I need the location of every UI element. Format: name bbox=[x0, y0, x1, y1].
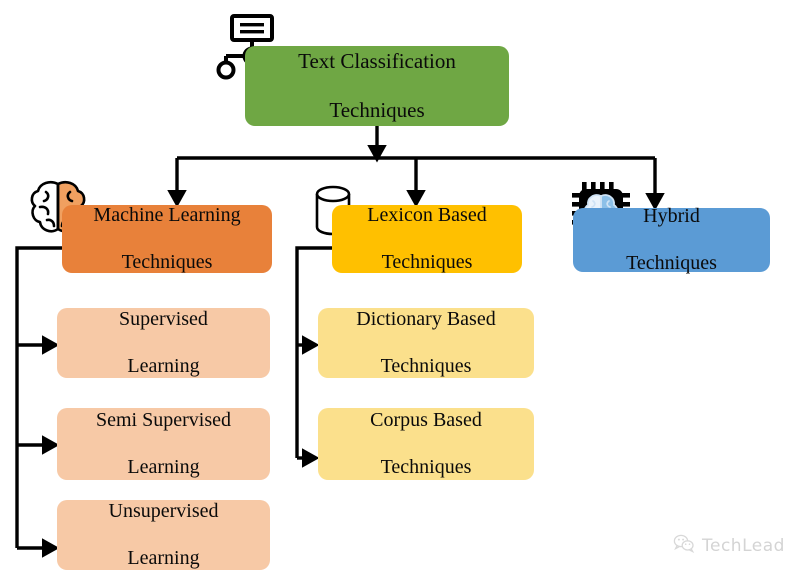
node-label-line1: Corpus Based bbox=[370, 408, 482, 431]
node-label: Supervised Learning bbox=[107, 308, 220, 379]
node-label-line2: Techniques bbox=[329, 98, 425, 123]
node-label: Text Classification Techniques bbox=[286, 49, 468, 123]
node-label: Unsupervised Learning bbox=[97, 500, 231, 571]
node-label-line2: Learning bbox=[127, 546, 200, 569]
watermark-label: TechLead bbox=[702, 535, 785, 556]
node-label-line1: Unsupervised bbox=[108, 499, 219, 522]
node-label-line1: Supervised bbox=[119, 307, 208, 330]
node-label-line1: Text Classification bbox=[298, 48, 456, 73]
node-label-line2: Techniques bbox=[380, 455, 472, 478]
wechat-icon bbox=[673, 533, 695, 558]
node-label-line1: Hybrid bbox=[643, 204, 700, 227]
node-hybrid-techniques[interactable]: Hybrid Techniques bbox=[573, 205, 770, 274]
node-label-line2: Techniques bbox=[626, 251, 717, 274]
line-ml-spine bbox=[15, 246, 62, 548]
watermark: TechLead bbox=[673, 533, 785, 558]
node-label-line2: Techniques bbox=[381, 250, 473, 273]
node-lexicon-based-techniques[interactable]: Lexicon Based Techniques bbox=[332, 204, 522, 275]
node-dictionary-based-techniques[interactable]: Dictionary Based Techniques bbox=[318, 308, 534, 378]
node-machine-learning-techniques[interactable]: Machine Learning Techniques bbox=[62, 204, 272, 275]
node-label-line2: Techniques bbox=[121, 250, 213, 273]
node-supervised-learning[interactable]: Supervised Learning bbox=[57, 308, 270, 378]
node-label: Corpus Based Techniques bbox=[358, 409, 494, 480]
node-label-line2: Techniques bbox=[380, 354, 472, 377]
node-label: Hybrid Techniques bbox=[614, 205, 729, 276]
node-label-line1: Semi Supervised bbox=[96, 408, 231, 431]
node-corpus-based-techniques[interactable]: Corpus Based Techniques bbox=[318, 408, 534, 480]
node-label-line1: Machine Learning bbox=[93, 203, 241, 226]
node-label: Machine Learning Techniques bbox=[81, 204, 252, 275]
node-text-classification-techniques[interactable]: Text Classification Techniques bbox=[245, 46, 509, 126]
node-semi-supervised-learning[interactable]: Semi Supervised Learning bbox=[57, 408, 270, 480]
node-label: Dictionary Based Techniques bbox=[344, 308, 507, 379]
node-label-line2: Learning bbox=[127, 455, 200, 478]
node-label-line1: Lexicon Based bbox=[367, 203, 487, 226]
node-label: Lexicon Based Techniques bbox=[355, 204, 498, 275]
diagram-canvas: Text Classification Techniques Machine L… bbox=[0, 0, 796, 580]
node-label-line2: Learning bbox=[127, 354, 200, 377]
node-label: Semi Supervised Learning bbox=[84, 409, 243, 480]
node-label-line1: Dictionary Based bbox=[356, 307, 496, 330]
node-unsupervised-learning[interactable]: Unsupervised Learning bbox=[57, 500, 270, 570]
